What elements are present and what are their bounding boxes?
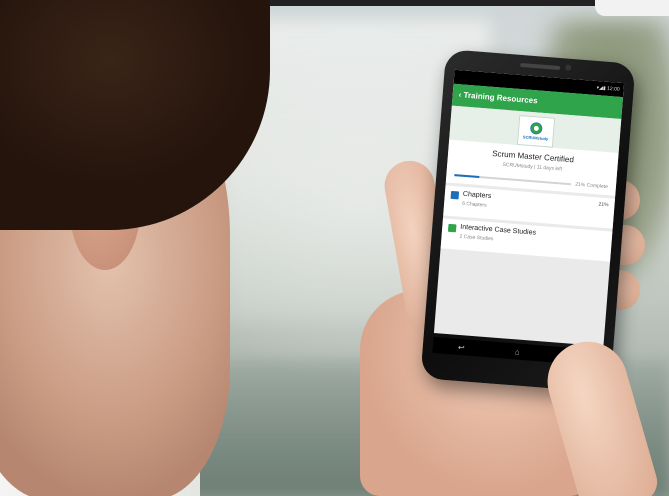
- case-study-icon: [447, 223, 457, 233]
- phone-screen: ▾◢▮ 12:00 ‹ Training Resources SCRUMstud…: [433, 69, 625, 347]
- progress-track: [454, 174, 572, 186]
- list-item-title: Chapters: [462, 190, 492, 201]
- list-item-percent: 21%: [598, 201, 609, 209]
- smartphone: ▾◢▮ 12:00 ‹ Training Resources SCRUMstud…: [420, 49, 636, 393]
- list-item-subtitle: 2 Case Studies: [459, 233, 494, 243]
- logo-text: SCRUMstudy: [522, 134, 549, 142]
- status-time: 12:00: [606, 85, 620, 93]
- nav-home-icon[interactable]: ⌂: [515, 347, 521, 356]
- logo-mark-icon: [529, 121, 543, 135]
- book-icon: [450, 190, 460, 200]
- top-right-corner: [595, 0, 669, 16]
- nav-back-icon[interactable]: ↩: [458, 342, 465, 351]
- progress-label: 21% Complete: [574, 181, 609, 191]
- list-item-subtitle: 6 Chapters: [461, 200, 487, 209]
- app-bar-title: Training Resources: [463, 90, 538, 106]
- phone-speaker: [520, 62, 561, 71]
- scrumstudy-logo: SCRUMstudy: [516, 114, 556, 148]
- progress-fill: [454, 174, 479, 179]
- phone-camera: [564, 64, 572, 71]
- photo-scene: ▾◢▮ 12:00 ‹ Training Resources SCRUMstud…: [0, 0, 669, 496]
